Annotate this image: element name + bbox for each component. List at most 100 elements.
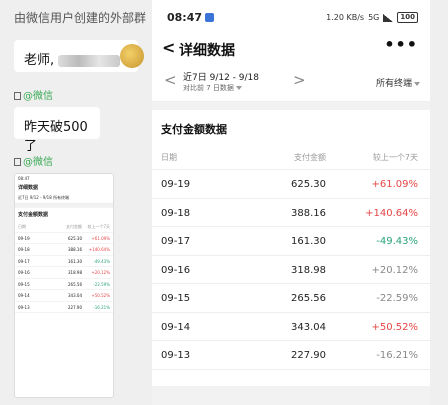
table-row: 09-18 388.16 +140.64% xyxy=(152,199,430,227)
section-title: 支付金额数据 xyxy=(161,123,227,136)
thumb-table-row: 09-13 227.90 -16.21% xyxy=(15,302,113,313)
thumb-cell: -16.21% xyxy=(93,304,110,310)
thumb-cell: +140.64% xyxy=(88,247,110,252)
message-source: @微信 xyxy=(14,153,53,168)
row-change: +20.12% xyxy=(371,264,418,276)
thumb-status: 08:47 xyxy=(18,176,30,181)
thumb-cell: +20.12% xyxy=(91,270,110,275)
thumb-cell: +61.09% xyxy=(91,235,110,241)
row-amount: 625.30 xyxy=(291,179,326,190)
payment-amount-card: 支付金额数据 日期 支付金额 较上一个7天 09-19 625.30 +61.09%… xyxy=(152,110,430,386)
thumb-cell: 343.04 xyxy=(68,293,82,298)
status-bar: 08:47 1.20 KB/s 5G 100 xyxy=(152,0,430,34)
table-header: 日期 支付金额 较上一个7天 xyxy=(152,146,430,170)
thumb-table-row: 09-19 625.30 +61.09% xyxy=(15,233,113,244)
thumb-table-row: 09-18 388.16 +140.64% xyxy=(15,244,113,256)
thumb-cell: 265.56 xyxy=(68,281,82,287)
message-bubble[interactable]: 昨天破500了 xyxy=(14,107,100,154)
table-row: 09-19 625.30 +61.09% xyxy=(152,170,430,199)
status-icons: 1.20 KB/s 5G 100 xyxy=(326,12,418,23)
back-icon[interactable]: < xyxy=(162,38,175,57)
thumb-cell: 09-14 xyxy=(18,293,30,298)
row-date: 09-14 xyxy=(161,321,191,333)
image-thumbnail[interactable]: 08:47 详细数据 近7日 9/12 - 9/18 所有终端 支付金额数据 日… xyxy=(14,173,114,398)
thumb-table-head: 日期 支付金额 较上一个7天 xyxy=(15,221,113,233)
thumb-title: 详细数据 xyxy=(18,185,39,191)
thumb-table-row: 09-15 265.56 -22.59% xyxy=(15,279,113,290)
next-period-icon[interactable]: > xyxy=(293,71,306,89)
table-row: 09-13 227.90 -16.21% xyxy=(152,341,430,370)
row-date: 09-19 xyxy=(161,179,191,190)
thumb-table-row: 09-16 318.98 +20.12% xyxy=(15,267,113,279)
network-type: 5G xyxy=(368,13,380,22)
col-change: 较上一个7天 xyxy=(372,153,418,162)
row-change: -16.21% xyxy=(376,350,418,361)
group-name: 由微信用户创建的外部群 xyxy=(14,11,147,25)
more-icon[interactable]: ••• xyxy=(384,35,418,54)
thumb-cell: 318.98 xyxy=(68,270,82,275)
row-amount: 161.30 xyxy=(291,236,326,247)
row-change: +140.64% xyxy=(365,207,418,219)
source-label: @微信 xyxy=(23,157,53,168)
status-time: 08:47 xyxy=(167,11,203,24)
signal-icon xyxy=(383,13,394,22)
wechat-icon xyxy=(14,92,21,100)
message-text: 昨天破500了 xyxy=(24,120,88,154)
row-amount: 265.56 xyxy=(291,293,326,304)
compare-label: 对比前 7 日数据 xyxy=(183,84,234,92)
row-date: 09-16 xyxy=(161,264,191,276)
chevron-down-icon xyxy=(414,81,420,86)
page-title: 详细数据 xyxy=(179,43,235,59)
prev-period-icon[interactable]: < xyxy=(164,71,177,89)
thumb-cell: 09-18 xyxy=(18,247,30,252)
table-row: 09-15 265.56 -22.59% xyxy=(152,284,430,313)
thumb-cell: 09-16 xyxy=(18,270,30,275)
table-row: 09-16 318.98 +20.12% xyxy=(152,256,430,284)
blurred-name xyxy=(58,54,121,67)
col-date: 日期 xyxy=(161,153,177,162)
thumb-cell: +50.52% xyxy=(91,293,110,298)
thumb-terminal: 所有终端 xyxy=(53,195,70,200)
nav-bar: < 详细数据 ••• xyxy=(152,34,430,64)
chevron-down-icon xyxy=(235,86,242,90)
thumb-cell: 09-15 xyxy=(18,281,30,287)
table-row: 09-17 161.30 -49.43% xyxy=(152,227,430,256)
table-row: 09-14 343.04 +50.52% xyxy=(152,313,430,341)
battery-icon: 100 xyxy=(397,12,418,23)
source-label: @微信 xyxy=(23,91,53,102)
row-date: 09-18 xyxy=(161,207,191,219)
thumb-cell: 388.16 xyxy=(68,247,82,252)
thumb-range: 近7日 9/12 - 9/18 所有终端 xyxy=(15,193,113,204)
row-change: -22.59% xyxy=(376,293,418,304)
wechat-icon xyxy=(14,158,21,166)
phone-screenshot: 08:47 1.20 KB/s 5G 100 < 详细数据 ••• < 近7日 … xyxy=(152,0,430,405)
app-notification-icon xyxy=(205,13,214,22)
thumb-cell: -49.43% xyxy=(93,258,110,264)
thumb-range-text: 近7日 9/12 - 9/18 xyxy=(18,195,52,200)
message-source: @微信 xyxy=(14,87,53,102)
row-change: -49.43% xyxy=(376,236,418,247)
thumb-cell: 09-13 xyxy=(18,304,30,310)
row-amount: 388.16 xyxy=(291,207,326,219)
thumb-cell: 09-17 xyxy=(18,258,30,264)
thumb-cell: 227.90 xyxy=(68,304,82,310)
network-speed: 1.20 KB/s xyxy=(326,13,365,22)
thumb-table-row: 09-17 161.30 -49.43% xyxy=(15,256,113,267)
terminal-label: 所有终端 xyxy=(375,79,412,89)
row-change: +61.09% xyxy=(371,179,418,190)
row-amount: 343.04 xyxy=(291,321,326,333)
row-date: 09-15 xyxy=(161,293,191,304)
thumb-cell: 161.30 xyxy=(68,258,82,264)
thumb-cell: 625.30 xyxy=(68,235,82,241)
date-range-bar: < 近7日 9/12 - 9/18 对比前 7 日数据 > 所有终端 xyxy=(152,64,430,102)
message-bubble[interactable]: 老师, xyxy=(14,40,144,72)
col-amount: 支付金额 xyxy=(294,153,326,162)
payment-table: 日期 支付金额 较上一个7天 09-19 625.30 +61.09% 09-18 38… xyxy=(152,146,430,370)
row-date: 09-13 xyxy=(161,350,191,361)
row-date: 09-17 xyxy=(161,236,191,247)
row-amount: 227.90 xyxy=(291,350,326,361)
thumb-section-title: 支付金额数据 xyxy=(18,212,49,218)
compare-dropdown[interactable]: 对比前 7 日数据 xyxy=(183,83,242,93)
terminal-dropdown[interactable]: 所有终端 xyxy=(376,76,420,89)
sticker-icon xyxy=(120,44,144,68)
